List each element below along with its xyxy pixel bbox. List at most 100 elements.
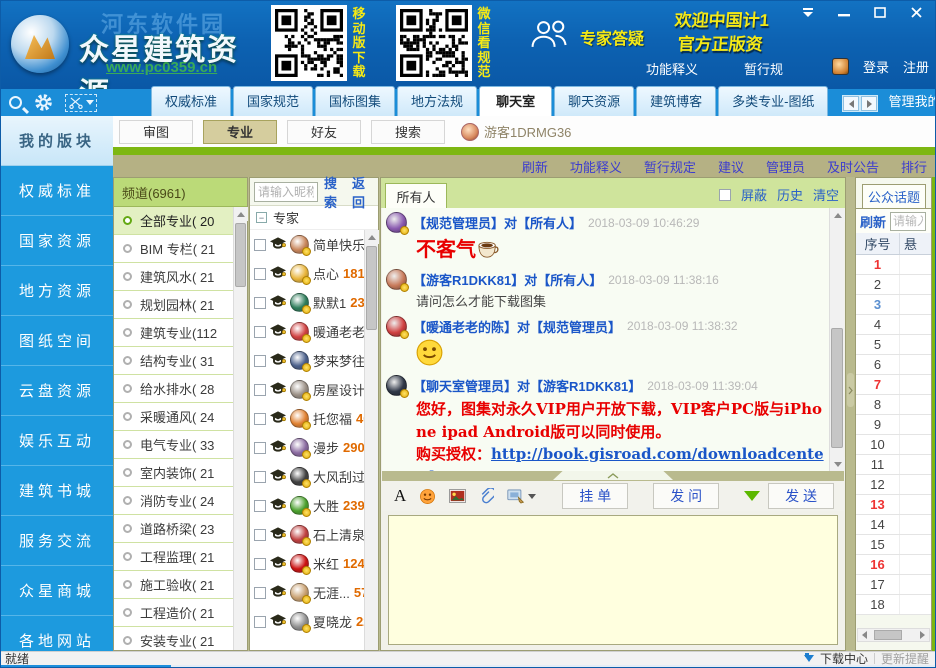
user-row[interactable]: 暖通老老.. [250, 317, 364, 346]
sidebar-item-11[interactable]: 各地网站 [1, 616, 113, 651]
user-row[interactable]: 默默1236 [250, 288, 364, 317]
user-row[interactable]: 石上清泉 [250, 520, 364, 549]
sidebar-item-5[interactable]: 图纸空间 [1, 316, 113, 366]
user-checkbox[interactable] [254, 558, 266, 570]
sidebar-item-3[interactable]: 国家资源 [1, 216, 113, 266]
maximize-button[interactable] [865, 3, 895, 21]
main-tab-8[interactable]: 多类专业-图纸 [718, 86, 828, 116]
topic-row[interactable]: 9 [856, 415, 931, 435]
channel-scrollbar[interactable] [233, 207, 247, 650]
nickname-search-input[interactable] [254, 182, 318, 202]
user-row[interactable]: 漫步2909 [250, 433, 364, 462]
user-row[interactable]: 无涯...57 [250, 578, 364, 607]
sidebar-item-7[interactable]: 娱乐互动 [1, 416, 113, 466]
strip-link-1[interactable]: 刷新 [522, 157, 548, 176]
user-row[interactable]: 托您福40 [250, 404, 364, 433]
register-link[interactable]: 注册 [903, 57, 929, 76]
tree-collapse-icon[interactable]: − [256, 212, 267, 223]
main-tab-3[interactable]: 国标图集 [315, 86, 395, 116]
topic-row[interactable]: 12 [856, 475, 931, 495]
tab-public-topics[interactable]: 公众话题 [862, 184, 926, 208]
topic-row[interactable]: 2 [856, 275, 931, 295]
panel-splitter[interactable] [846, 177, 855, 651]
user-checkbox[interactable] [254, 471, 266, 483]
user-row[interactable]: 大胜2395 [250, 491, 364, 520]
channel-row[interactable]: 建筑专业(112 [114, 319, 233, 347]
block-link[interactable]: 屏蔽 [741, 185, 767, 204]
message-input[interactable] [388, 515, 838, 645]
channel-row[interactable]: 规划园林( 21 [114, 291, 233, 319]
channel-row[interactable]: 给水排水( 28 [114, 375, 233, 403]
topics-search-input[interactable] [890, 212, 926, 231]
login-link[interactable]: 登录 [863, 57, 889, 76]
main-tab-4[interactable]: 地方法规 [397, 86, 477, 116]
user-row[interactable]: 梦来梦往4 [250, 346, 364, 375]
tab-scroll-right-button[interactable] [861, 96, 877, 111]
sidebar-item-9[interactable]: 服务交流 [1, 516, 113, 566]
topic-row[interactable]: 15 [856, 535, 931, 555]
main-tab-1[interactable]: 权威标准 [151, 86, 231, 116]
user-row[interactable]: 米红1241 [250, 549, 364, 578]
clear-link[interactable]: 清空 [813, 185, 839, 204]
minimize-button[interactable] [829, 3, 859, 21]
user-checkbox[interactable] [254, 413, 266, 425]
channel-row[interactable]: 结构专业( 31 [114, 347, 233, 375]
channel-row[interactable]: 采暖通风( 24 [114, 403, 233, 431]
user-row[interactable]: 简单快乐 [250, 230, 364, 259]
user-checkbox[interactable] [254, 587, 266, 599]
chat-splitter[interactable] [382, 471, 844, 481]
user-row[interactable]: 夏晓龙22 [250, 607, 364, 636]
topic-row[interactable]: 5 [856, 335, 931, 355]
user-row[interactable]: 点心1815 [250, 259, 364, 288]
tab-everyone[interactable]: 所有人 [385, 183, 447, 208]
channel-row[interactable]: 安装专业( 21 [114, 627, 233, 650]
main-tab-6[interactable]: 聊天资源 [554, 86, 634, 116]
chat-scrollbar[interactable] [829, 208, 844, 471]
strip-link-5[interactable]: 管理员 [766, 157, 805, 176]
font-icon[interactable]: A [394, 486, 406, 506]
topic-row[interactable]: 16 [856, 555, 931, 575]
send-options-icon[interactable] [744, 491, 760, 501]
screen-capture-icon[interactable] [507, 489, 536, 504]
channel-row[interactable]: 消防专业( 24 [114, 487, 233, 515]
user-row[interactable]: 大风刮过 [250, 462, 364, 491]
channel-row[interactable]: 建筑风水( 21 [114, 263, 233, 291]
send-button[interactable]: 发 送 [768, 483, 834, 509]
expert-qa[interactable]: 专家答疑 [528, 19, 644, 54]
main-tab-2[interactable]: 国家规范 [233, 86, 313, 116]
channel-row[interactable]: 全部专业( 20 [114, 207, 233, 235]
topic-row[interactable]: 18 [856, 595, 931, 615]
ask-question-button[interactable]: 发 问 [653, 483, 719, 509]
channel-row[interactable]: 工程监理( 21 [114, 543, 233, 571]
channel-row[interactable]: BIM 专栏( 21 [114, 235, 233, 263]
image-icon[interactable] [449, 489, 466, 503]
gear-icon[interactable] [34, 93, 53, 112]
user-checkbox[interactable] [254, 326, 266, 338]
topic-row[interactable]: 7 [856, 375, 931, 395]
strip-link-7[interactable]: 排行 [901, 157, 927, 176]
apps-grid-icon[interactable] [109, 95, 125, 111]
strip-link-6[interactable]: 及时公告 [827, 157, 879, 176]
sidebar-item-8[interactable]: 建筑书城 [1, 466, 113, 516]
attachment-icon[interactable] [479, 488, 494, 505]
topic-row[interactable]: 4 [856, 315, 931, 335]
user-checkbox[interactable] [254, 616, 266, 628]
tab-scroll-left-button[interactable] [843, 96, 859, 111]
strip-link-4[interactable]: 建议 [718, 157, 744, 176]
window-menu-button[interactable] [793, 3, 823, 21]
user-scrollbar[interactable] [364, 230, 378, 650]
interim-rules-link[interactable]: 暂行规 [744, 59, 783, 78]
sidebar-item-6[interactable]: 云盘资源 [1, 366, 113, 416]
topic-row[interactable]: 6 [856, 355, 931, 375]
function-help-link[interactable]: 功能释义 [646, 59, 698, 78]
topic-row[interactable]: 14 [856, 515, 931, 535]
strip-link-3[interactable]: 暂行规定 [644, 157, 696, 176]
user-search-button[interactable]: 搜索 [324, 173, 346, 211]
splitter-collapse-handle[interactable] [553, 471, 673, 480]
user-checkbox[interactable] [254, 500, 266, 512]
channel-row[interactable]: 电气专业( 33 [114, 431, 233, 459]
user-checkbox[interactable] [254, 239, 266, 251]
topic-row[interactable]: 3 [856, 295, 931, 315]
sidebar-item-2[interactable]: 权威标准 [1, 166, 113, 216]
user-checkbox[interactable] [254, 442, 266, 454]
